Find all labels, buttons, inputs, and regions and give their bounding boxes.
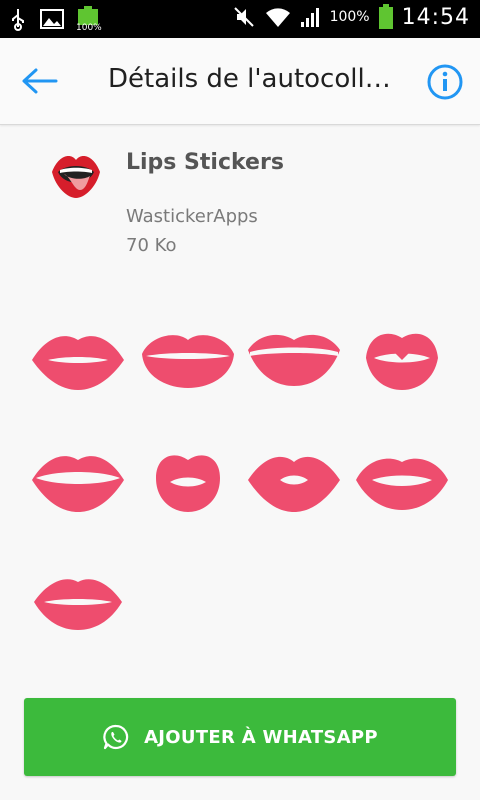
- lips-icon: [248, 334, 340, 386]
- battery-small-label: 100%: [76, 23, 102, 33]
- lips-icon: [32, 336, 124, 390]
- status-bar: 100% 100% 14:54: [0, 0, 480, 38]
- pack-icon: [48, 146, 104, 202]
- add-to-whatsapp-label: AJOUTER À WHATSAPP: [144, 726, 378, 748]
- back-button[interactable]: [20, 64, 64, 98]
- image-icon: [40, 9, 64, 29]
- lips-icon: [32, 456, 124, 512]
- lips-sticker-4[interactable]: [354, 328, 450, 392]
- battery-icon: [378, 4, 393, 29]
- battery-percent: 100%: [329, 9, 370, 25]
- info-button[interactable]: [426, 63, 464, 101]
- page-title: Détails de l'autocoll…: [108, 64, 391, 94]
- whatsapp-icon: [103, 724, 129, 750]
- signal-icon: [300, 8, 319, 27]
- mute-icon: [233, 7, 254, 27]
- lips-icon: [142, 335, 234, 388]
- wifi-icon: [265, 8, 290, 27]
- battery-small-icon: 100%: [76, 6, 102, 33]
- lips-tongue-icon: [52, 156, 100, 198]
- arrow-back-icon: [22, 68, 58, 94]
- lips-icon: [248, 456, 340, 512]
- pack-name: Lips Stickers: [126, 150, 284, 175]
- lips-icon: [366, 333, 438, 390]
- lips-sticker-1[interactable]: [30, 328, 126, 392]
- lips-sticker-5[interactable]: [30, 450, 126, 514]
- lips-sticker-8[interactable]: [354, 450, 450, 514]
- lips-icon: [34, 579, 122, 630]
- usb-icon: [12, 9, 24, 31]
- pack-publisher: WastickerApps: [126, 206, 258, 227]
- add-to-whatsapp-button[interactable]: AJOUTER À WHATSAPP: [24, 698, 456, 776]
- clock: 14:54: [401, 4, 470, 30]
- lips-sticker-9[interactable]: [30, 572, 126, 636]
- app-bar: Détails de l'autocoll…: [0, 38, 480, 125]
- lips-icon: [156, 455, 220, 512]
- lips-sticker-7[interactable]: [246, 450, 342, 514]
- info-icon: [427, 64, 463, 100]
- pack-size: 70 Ko: [126, 235, 177, 256]
- lips-sticker-6[interactable]: [140, 450, 236, 514]
- lips-sticker-2[interactable]: [140, 328, 236, 392]
- lips-icon: [356, 458, 448, 510]
- lips-sticker-3[interactable]: [246, 328, 342, 392]
